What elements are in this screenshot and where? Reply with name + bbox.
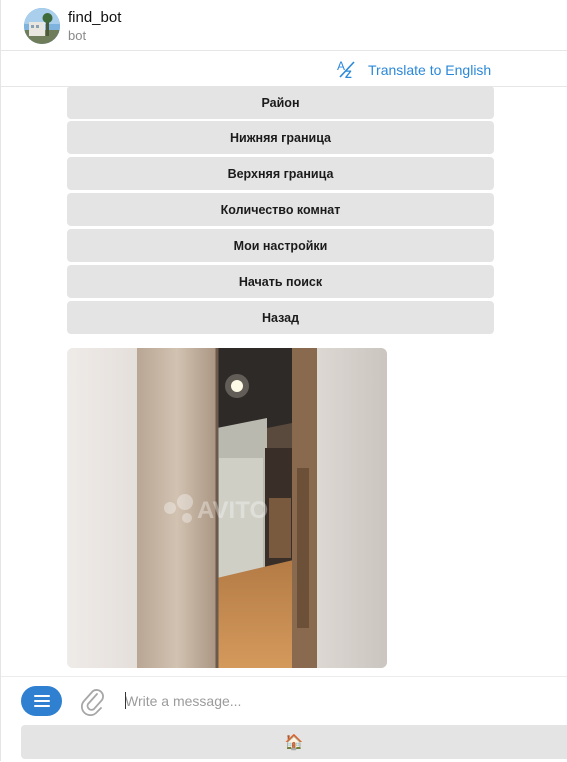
svg-text:A: A: [337, 59, 345, 73]
keyboard-button-home[interactable]: 🏠: [21, 725, 567, 759]
text-caret: [125, 692, 126, 709]
bot-avatar[interactable]: [24, 8, 60, 44]
menu-icon: [33, 695, 50, 707]
paperclip-icon[interactable]: [80, 686, 106, 716]
translate-bar: A Z Translate to English: [1, 51, 567, 87]
keyboard-button-rooms[interactable]: Количество комнат: [67, 193, 494, 226]
keyboard-button-start-search[interactable]: Начать поиск: [67, 265, 494, 298]
chat-subtitle: bot: [68, 28, 87, 43]
house-icon: 🏠: [284, 733, 304, 751]
translate-link[interactable]: Translate to English: [368, 62, 491, 78]
translate-icon[interactable]: A Z: [336, 58, 358, 80]
keyboard-button-upper-bound[interactable]: Верхняя граница: [67, 157, 494, 190]
message-photo[interactable]: AVITO: [67, 348, 387, 668]
window-border: [0, 0, 1, 761]
avatar-image: [24, 8, 60, 44]
svg-text:AVITO: AVITO: [197, 497, 268, 524]
message-composer: 🏠: [1, 676, 567, 762]
keyboard-button-district[interactable]: Район: [67, 86, 494, 119]
keyboard-button-lower-bound[interactable]: Нижняя граница: [67, 121, 494, 154]
apartment-hallway-photo: AVITO: [67, 348, 387, 668]
bot-menu-button[interactable]: [21, 686, 62, 716]
keyboard-button-back[interactable]: Назад: [67, 301, 494, 334]
message-input[interactable]: [125, 690, 545, 712]
keyboard-button-my-settings[interactable]: Мои настройки: [67, 229, 494, 262]
chat-header: find_bot bot: [1, 0, 567, 51]
chat-title[interactable]: find_bot: [68, 9, 121, 26]
